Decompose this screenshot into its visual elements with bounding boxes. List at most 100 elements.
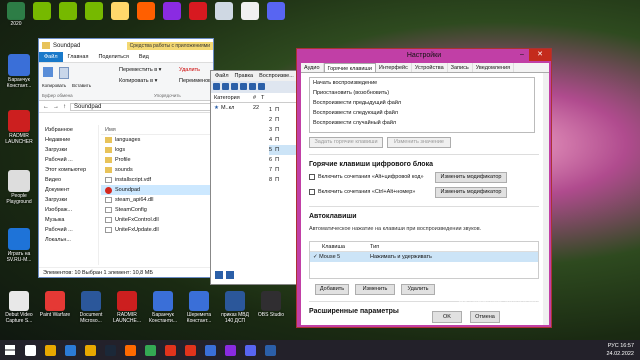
action-item[interactable]: Начать воспроизведение <box>310 78 534 88</box>
file-row[interactable]: logs <box>101 145 213 155</box>
desktop-icon[interactable]: Paint Warfare <box>37 291 73 318</box>
menu-edit[interactable]: Правка <box>235 73 254 79</box>
taskbar-app-button[interactable] <box>260 340 280 360</box>
taskbar-app-button[interactable] <box>40 340 60 360</box>
change-modifier-button-2[interactable]: Изменить модификатор <box>435 187 507 198</box>
assign-hotkey-button[interactable]: Задать горячие клавиши <box>309 137 383 148</box>
column-header-name[interactable]: Имя <box>101 125 213 135</box>
tab-share[interactable]: Поделиться <box>93 52 133 62</box>
forward-arrow-icon[interactable]: → <box>53 104 59 110</box>
header-category[interactable]: Категория <box>211 93 253 102</box>
nav-item[interactable]: Избранное <box>39 125 98 135</box>
file-row[interactable]: UniteFxControl.dll <box>101 215 213 225</box>
pause-icon[interactable] <box>222 83 229 90</box>
taskbar-app-button[interactable] <box>200 340 220 360</box>
nav-item[interactable]: Рабочий ... <box>39 225 98 235</box>
repeat-icon[interactable] <box>258 83 265 90</box>
desktop-icon[interactable]: RADMIR LAUNCHER <box>1 110 37 145</box>
start-button[interactable] <box>0 340 20 360</box>
copy-label[interactable]: Копировать <box>42 83 66 88</box>
soundpad-window[interactable]: Файл Правка Воспроизве... Категория # Т … <box>210 70 298 285</box>
desktop-icon[interactable]: 2020 <box>4 2 28 27</box>
settings-dialog[interactable]: Настройки – ✕ Аудио Горячие клавиши Интерф… <box>296 48 552 328</box>
desktop-icon[interactable]: OBS Studio <box>253 291 289 318</box>
delete-button[interactable]: Удалить <box>179 67 200 73</box>
sound-row[interactable]: 8П <box>269 175 297 185</box>
desktop-icon[interactable] <box>160 2 184 21</box>
taskbar-app-button[interactable] <box>20 340 40 360</box>
taskbar-app-button[interactable] <box>180 340 200 360</box>
sound-row[interactable]: 4П <box>269 135 297 145</box>
settings-scrollbar[interactable] <box>543 73 549 325</box>
menu-file[interactable]: Файл <box>215 73 229 79</box>
minimize-icon[interactable]: – <box>515 49 529 61</box>
desktop-icon[interactable]: Шеремета Констант... <box>181 291 217 324</box>
nav-item[interactable]: Локальн... <box>39 235 98 245</box>
close-icon[interactable]: ✕ <box>529 49 551 61</box>
explorer-titlebar[interactable]: Soundpad Средства работы с приложениями <box>39 39 213 52</box>
nav-item[interactable]: Изображ... <box>39 205 98 215</box>
desktop-icon[interactable] <box>264 2 288 21</box>
header-number[interactable]: # <box>253 93 261 102</box>
file-row[interactable]: steam_api64.dll <box>101 195 213 205</box>
language-indicator[interactable]: РУС <box>608 343 619 349</box>
nav-item[interactable]: Недавние <box>39 135 98 145</box>
tab-home[interactable]: Главная <box>63 52 94 62</box>
pin-icon[interactable] <box>43 67 53 77</box>
sound-row[interactable]: 7П <box>269 165 297 175</box>
settings-tab[interactable]: Аудио <box>301 63 324 72</box>
volume-icon[interactable] <box>249 83 256 90</box>
nav-item[interactable]: Видео <box>39 175 98 185</box>
ok-button[interactable]: OK <box>432 311 462 323</box>
sound-row[interactable]: 5П <box>269 145 297 155</box>
tab-file[interactable]: Файл <box>39 52 63 62</box>
action-item[interactable]: Приостановить (возобновить) <box>310 88 534 98</box>
desktop-icon[interactable]: Debut Video Capture S... <box>1 291 37 324</box>
settings-titlebar[interactable]: Настройки – ✕ <box>297 49 551 63</box>
alt-numpad-checkbox[interactable]: Включить сочетания «Alt+цифровой код» <box>309 174 424 180</box>
file-row[interactable]: languages <box>101 135 213 145</box>
prev-icon[interactable] <box>215 271 223 279</box>
settings-tab[interactable]: Уведомления <box>473 63 515 72</box>
delete-hotkey-button[interactable]: Удалить <box>401 284 435 295</box>
play-icon[interactable] <box>213 83 220 90</box>
explorer-window[interactable]: Soundpad Средства работы с приложениями … <box>38 38 219 278</box>
cancel-button[interactable]: Отмена <box>470 311 500 323</box>
menu-play[interactable]: Воспроизве... <box>259 73 294 79</box>
desktop-icon[interactable] <box>186 2 210 21</box>
ctrl-numpad-checkbox[interactable]: Включить сочетания «Ctrl+Alt+номер» <box>309 189 415 195</box>
desktop-icon[interactable] <box>134 2 158 21</box>
file-row[interactable]: Soundpad <box>101 185 213 195</box>
next-icon[interactable] <box>226 271 234 279</box>
desktop-icon[interactable]: Баранчук Констант... <box>1 54 37 89</box>
col-key[interactable]: Клавиша <box>310 242 370 251</box>
desktop-icon[interactable]: Играть на SV.RU-M... <box>1 228 37 263</box>
checkbox-box[interactable] <box>309 189 315 195</box>
clock-date[interactable]: 24.02.2022 <box>606 350 634 358</box>
move-to-button[interactable]: Переместить в ▾ <box>119 67 161 73</box>
paste-label[interactable]: Вставить <box>72 83 91 88</box>
taskbar-app-button[interactable] <box>120 340 140 360</box>
settings-tab[interactable]: Устройства <box>412 63 448 72</box>
copy-icon[interactable] <box>59 67 69 79</box>
clock-time[interactable]: 16:57 <box>620 343 634 349</box>
change-modifier-button-1[interactable]: Изменить модификатор <box>435 172 507 183</box>
nav-item[interactable]: Загрузки <box>39 145 98 155</box>
desktop-icon[interactable]: Баранчук Константи... <box>145 291 181 324</box>
taskbar-app-button[interactable] <box>220 340 240 360</box>
sound-row[interactable]: 1П <box>269 105 297 115</box>
change-value-button[interactable]: Изменить значение <box>387 137 451 148</box>
address-path[interactable]: Soundpad <box>70 102 213 111</box>
add-button[interactable]: Добавить <box>315 284 349 295</box>
desktop-icon[interactable]: RADMIR LAUNCHE... <box>109 291 145 324</box>
file-row[interactable]: sounds <box>101 165 213 175</box>
up-arrow-icon[interactable]: ↑ <box>63 104 66 110</box>
address-bar[interactable]: ← → ↑ Soundpad <box>39 101 213 113</box>
action-item[interactable]: Воспроизвести следующий файл <box>310 108 534 118</box>
taskbar-app-button[interactable] <box>140 340 160 360</box>
desktop-icon[interactable]: People Playground <box>1 170 37 205</box>
taskbar-app-button[interactable] <box>60 340 80 360</box>
back-arrow-icon[interactable]: ← <box>43 104 49 110</box>
action-item[interactable]: Воспроизвести случайный файл <box>310 118 534 128</box>
file-row[interactable]: UniteFxUpdate.dll <box>101 225 213 235</box>
